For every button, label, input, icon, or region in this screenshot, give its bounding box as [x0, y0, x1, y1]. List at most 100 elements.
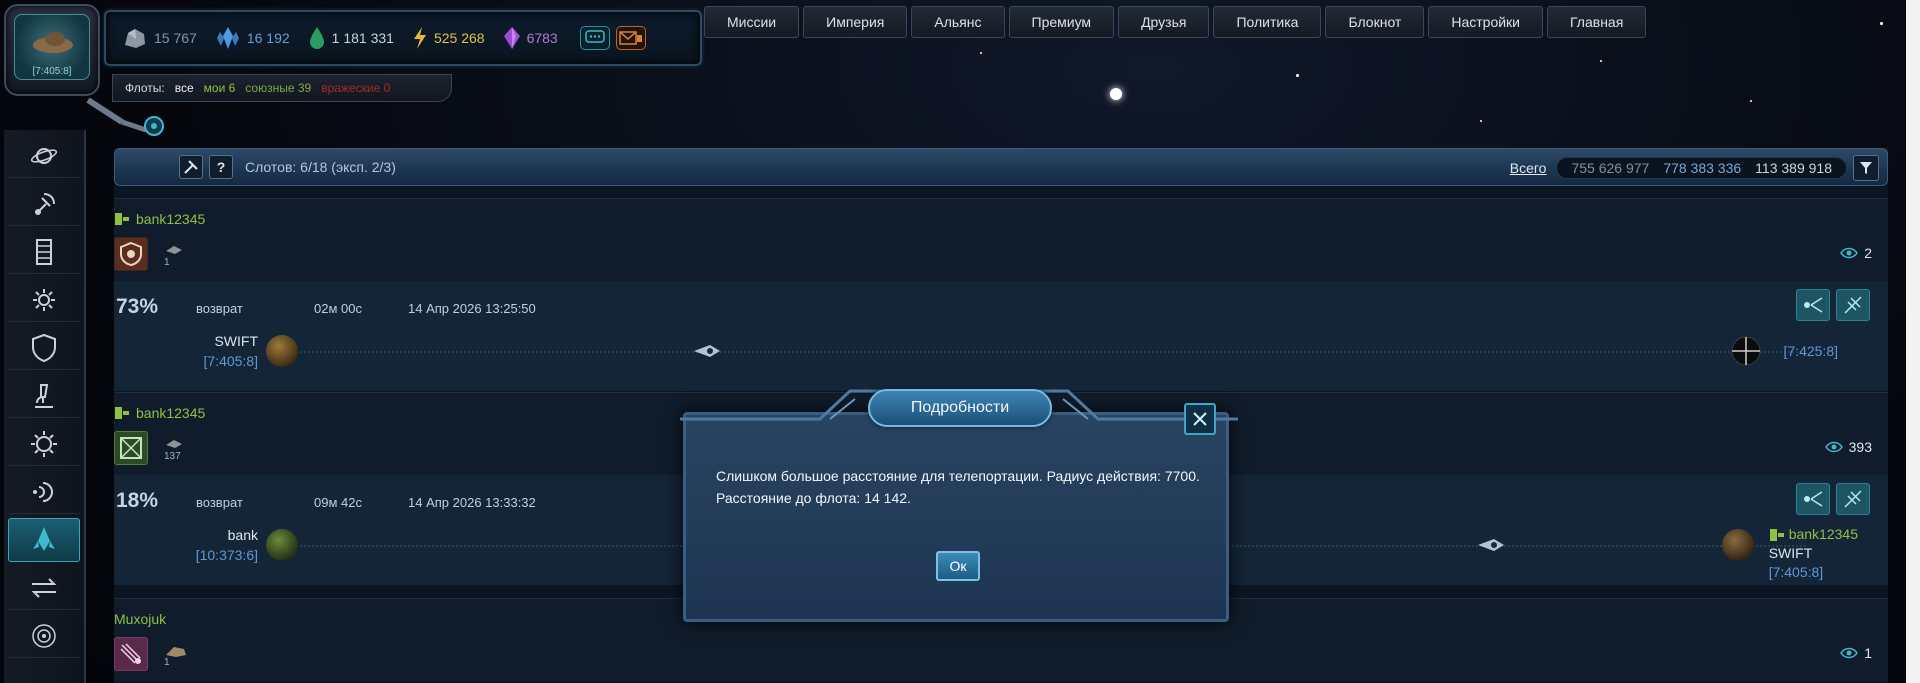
satellite-icon [1844, 296, 1862, 314]
microscope-icon [35, 383, 53, 408]
nav-politics[interactable]: Политика [1213, 6, 1322, 38]
origin-planet-name[interactable]: SWIFT [174, 333, 258, 349]
fleet-track [279, 351, 1806, 353]
ship-stack[interactable]: 1 [164, 643, 188, 668]
sidebar-item-fleet[interactable] [8, 518, 80, 562]
fleets-filter-all[interactable]: все [175, 81, 194, 95]
slots-count: Слотов: 6/18 (эксп. 2/3) [245, 159, 396, 175]
sidebar-item-radar[interactable] [8, 470, 80, 514]
crystal-icon [216, 27, 239, 49]
mail-icon [618, 31, 642, 45]
origin-planet-name[interactable]: bank [174, 527, 258, 543]
shield-badge-icon [120, 241, 142, 267]
totals-label[interactable]: Всего [1510, 160, 1547, 176]
metal-icon [125, 29, 145, 48]
sidebar-item-buildings[interactable] [8, 230, 80, 274]
fleet-recall-button[interactable] [1836, 289, 1870, 321]
sidebar-item-laboratory[interactable] [8, 374, 80, 418]
avatar-coords: [7:405:8] [32, 66, 72, 77]
modal-title: Подробности [868, 389, 1052, 427]
resource-metal[interactable]: 15 767 [122, 27, 197, 49]
nav-home[interactable]: Главная [1547, 6, 1647, 38]
fleet-recall-button[interactable] [1836, 483, 1870, 515]
fleet-owner-row: bank12345 1 2 [114, 199, 1888, 281]
sun-icon [31, 430, 57, 457]
chat-icon [584, 30, 605, 43]
fleets-filter-allied[interactable]: союзные 39 [245, 81, 311, 95]
destination-planet-name[interactable]: SWIFT [1769, 544, 1858, 563]
avatar-frame[interactable]: [7:405:8] [4, 4, 100, 96]
avatar[interactable]: [7:405:8] [14, 14, 90, 80]
observers: 2 [1840, 245, 1872, 261]
modal-close-button[interactable] [1184, 403, 1216, 435]
sidebar-item-defense[interactable] [8, 326, 80, 370]
nav-premium[interactable]: Премиум [1008, 6, 1115, 38]
fleet-path-row: 73% возврат 02м 00с 14 Апр 2026 13:25:50… [114, 281, 1888, 391]
help-button[interactable]: ? [209, 155, 233, 179]
nav-missions[interactable]: Миссии [704, 6, 800, 38]
share-icon [1804, 297, 1823, 313]
nav-empire[interactable]: Империя [803, 6, 908, 38]
ship-stack[interactable]: 1 [164, 243, 184, 268]
fleets-filter-mine[interactable]: мои 6 [204, 81, 236, 95]
sidebar-item-galaxy[interactable] [8, 422, 80, 466]
nav-alliance[interactable]: Альянс [911, 6, 1005, 38]
fleet-card: bank12345 1 2 73% возврат 02м 00с 14 Апр… [114, 198, 1888, 391]
fleet-owner[interactable]: bank12345 [114, 211, 205, 227]
fleet-progress: 73% [116, 295, 159, 318]
sidebar-item-trade[interactable] [8, 566, 80, 610]
gear-icon [33, 288, 55, 311]
destination-owner[interactable]: bank12345 [1769, 525, 1858, 544]
fleet-arrival: 14 Апр 2026 13:33:32 [408, 495, 536, 510]
sidebar-item-portal[interactable] [8, 614, 80, 658]
origin-coords[interactable]: [7:405:8] [164, 353, 259, 369]
fleet-owner[interactable]: Muxojuk [114, 611, 166, 627]
modal-ok-button[interactable]: Ок [936, 551, 980, 581]
fleet-header: ? Слотов: 6/18 (эксп. 2/3) Всего 755 626… [114, 148, 1888, 186]
nav-settings[interactable]: Настройки [1428, 6, 1543, 38]
eye-icon [1824, 441, 1843, 453]
mail-button[interactable] [615, 26, 646, 50]
fleet-share-button[interactable] [1796, 483, 1830, 515]
origin-planet[interactable] [266, 335, 298, 367]
rocket-icon [33, 527, 55, 551]
destination-coords[interactable]: [7:425:8] [1784, 343, 1839, 359]
comet-icon [120, 643, 141, 664]
eye-icon [1840, 247, 1859, 259]
destination-coords[interactable]: [7:405:8] [1769, 563, 1858, 582]
ship-icon [166, 246, 182, 254]
robot-arm-decoration [86, 97, 164, 136]
ship-stack[interactable]: 137 [164, 437, 184, 462]
destination-crosshair-icon[interactable] [1730, 335, 1762, 367]
resource-dark-matter[interactable]: 6783 [503, 26, 558, 50]
sidebar-item-resources[interactable] [8, 182, 80, 226]
nav-friends[interactable]: Друзья [1118, 6, 1210, 38]
destination-planet[interactable] [1722, 529, 1754, 561]
origin-planet[interactable] [266, 529, 298, 561]
origin-coords[interactable]: [10:373:6] [164, 547, 258, 563]
chat-button[interactable] [579, 26, 610, 50]
filter-button[interactable] [1853, 155, 1879, 181]
fleet-actions [1796, 483, 1870, 515]
sidebar-item-overview[interactable] [8, 134, 80, 178]
fleet-owner[interactable]: bank12345 [114, 405, 205, 421]
sidebar-item-research[interactable] [8, 278, 80, 322]
modal-message: Слишком большое расстояние для телепорта… [716, 468, 1200, 506]
dark-matter-icon [503, 27, 520, 49]
fleets-filter-hostile[interactable]: вражеские 0 [321, 81, 390, 95]
fleets-filter-label: Флоты: [125, 81, 165, 95]
fleet-timer: 02м 00с [314, 301, 362, 316]
fleet-status: возврат [196, 301, 243, 316]
resource-crystal[interactable]: 16 192 [215, 26, 290, 50]
page-scrollbar[interactable] [1906, 0, 1920, 683]
fleet-totals: Всего 755 626 977 778 383 336 113 389 91… [1510, 155, 1847, 181]
tools-button[interactable] [179, 155, 203, 179]
fleet-share-button[interactable] [1796, 289, 1830, 321]
fleet-ship-marker-icon [1478, 539, 1504, 551]
resource-energy[interactable]: 525 268 [412, 26, 485, 50]
exchange-icon [31, 577, 57, 598]
tools-icon [184, 160, 198, 174]
nav-notepad[interactable]: Блокнот [1325, 6, 1425, 38]
resource-deuterium[interactable]: 1 181 331 [308, 26, 394, 50]
player-status-icon [115, 213, 129, 225]
